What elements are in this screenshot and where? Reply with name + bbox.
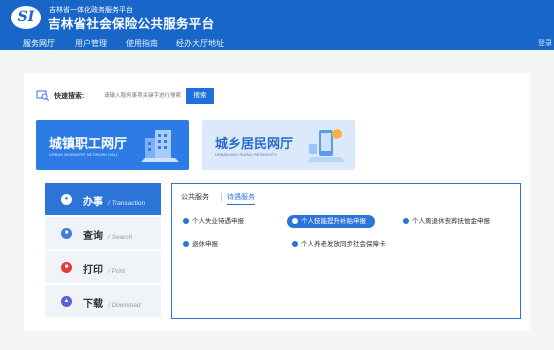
tab-divider [221, 193, 222, 201]
tab-public-services[interactable]: 公共服务 [181, 192, 209, 202]
service-bullet-icon [403, 218, 409, 224]
main-card: 快速搜索: 搜索 城镇职工网厅 URBAN WORKERS' NETWORK H… [24, 73, 530, 331]
banner-subtitle: URBAN WORKERS' NETWORK HALL [49, 152, 119, 157]
service-bullet-icon [292, 241, 298, 247]
menu-label: 查询 [83, 231, 103, 242]
search-button[interactable]: 搜索 [186, 88, 214, 104]
menu-label: 下载 [83, 299, 103, 310]
service-panel: 公共服务 待遇服务 个人失业待遇申报 个人技能提升补贴申报 个人离退休丧葬抚恤金… [171, 183, 521, 319]
compass-icon: ● [61, 194, 72, 205]
download-icon: ▲ [61, 296, 72, 307]
service-pension-card-sync[interactable]: 个人养老发放同步社会保障卡 [292, 239, 386, 251]
main-nav: 服务网厅 用户管理 使用指南 经办大厅地址 [0, 37, 554, 51]
urban-rural-residents-hall-banner[interactable]: 城乡居民网厅 URBAN AND RURAL RESIDENTS [202, 120, 355, 170]
nav-user-guide[interactable]: 使用指南 [126, 38, 158, 49]
service-funeral-pension[interactable]: 个人离退休丧葬抚恤金申报 [403, 216, 490, 228]
nav-user-management[interactable]: 用户管理 [75, 38, 107, 49]
menu-item-download[interactable]: ▲ 下载 / Download [45, 285, 161, 318]
menu-label-en: / Print [108, 268, 125, 275]
site-title: 吉林省社会保险公共服务平台 [48, 17, 215, 31]
search-label: 快速搜索: [54, 93, 85, 100]
search-input[interactable] [100, 88, 186, 104]
menu-label-en: / Search [108, 234, 133, 241]
service-retirement-application[interactable]: 退休申报 [183, 239, 218, 251]
nav-service-hall[interactable]: 服务网厅 [23, 38, 55, 51]
banner-title: 城镇职工网厅 [49, 136, 128, 151]
tab-benefit-services[interactable]: 待遇服务 [227, 192, 255, 205]
nav-office-address[interactable]: 经办大厅地址 [176, 38, 224, 49]
service-category-menu: ● 办事 / Transaction ■ 查询 / Search ■ 打印 / Pri… [45, 183, 161, 319]
service-unemployment-benefit[interactable]: 个人失业待遇申报 [183, 216, 244, 228]
banner-title: 城乡居民网厅 [215, 136, 294, 151]
building-illustration-icon [141, 130, 179, 162]
login-link[interactable]: 登录 [538, 38, 552, 48]
menu-label: 办事 [83, 197, 103, 208]
menu-item-print[interactable]: ■ 打印 / Print [45, 251, 161, 284]
menu-label: 打印 [83, 265, 103, 276]
service-bullet-icon [292, 218, 298, 224]
search-icon [36, 90, 49, 101]
menu-item-search[interactable]: ■ 查询 / Search [45, 217, 161, 250]
menu-label-en: / Transaction [108, 200, 146, 207]
service-skill-subsidy[interactable]: 个人技能提升补贴申报 [287, 215, 375, 228]
top-header: SI 吉林省一体化政务服务平台 吉林省社会保险公共服务平台 服务网厅 用户管理 … [0, 0, 554, 51]
logo: SI [11, 6, 41, 29]
banner-subtitle: URBAN AND RURAL RESIDENTS [215, 152, 277, 157]
menu-item-transaction[interactable]: ● 办事 / Transaction [45, 183, 161, 216]
service-bullet-icon [183, 218, 189, 224]
query-icon: ■ [61, 228, 72, 239]
printer-icon: ■ [61, 262, 72, 273]
urban-workers-hall-banner[interactable]: 城镇职工网厅 URBAN WORKERS' NETWORK HALL [36, 120, 189, 170]
phone-illustration-icon [307, 129, 345, 162]
menu-label-en: / Download [108, 302, 141, 309]
service-bullet-icon [183, 241, 189, 247]
